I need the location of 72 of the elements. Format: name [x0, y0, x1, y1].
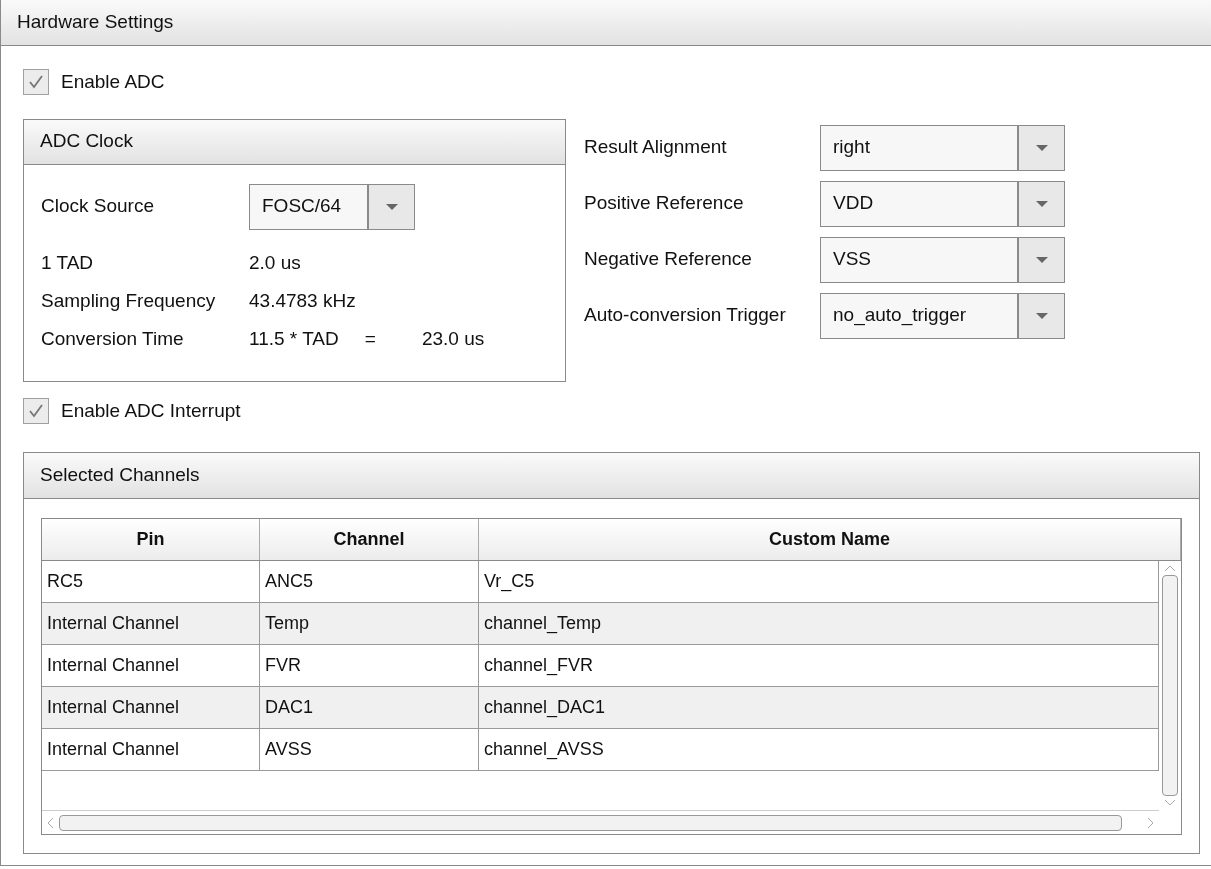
field-label: Conversion Time	[41, 327, 185, 352]
column-header[interactable]: Custom Name	[479, 519, 1181, 560]
dropdown-value: no_auto_trigger	[832, 303, 968, 328]
table-cell: FVR	[260, 645, 479, 686]
table-cell: Temp	[260, 603, 479, 644]
horizontal-scrollbar[interactable]	[42, 810, 1159, 834]
scroll-right-icon	[1148, 817, 1154, 828]
table-row[interactable]: Internal Channel AVSS channel_AVSS	[42, 729, 1159, 771]
column-header[interactable]: Channel	[260, 519, 479, 560]
scrollbar-thumb[interactable]	[59, 814, 1122, 831]
table-cell: DAC1	[260, 687, 479, 728]
checkbox-label: Enable ADC Interrupt	[61, 398, 241, 423]
group-header: Selected Channels	[24, 453, 1199, 499]
checkbox[interactable]	[23, 397, 49, 424]
caret-icon	[1035, 312, 1048, 319]
dropdown[interactable]: no_auto_trigger	[820, 292, 1065, 339]
caret-icon	[1035, 256, 1048, 263]
column-header[interactable]: Pin	[42, 519, 260, 560]
field-label: Clock Source	[41, 194, 155, 219]
scroll-left-icon	[47, 817, 53, 828]
field-label: Result Alignment	[584, 135, 728, 160]
caret-icon	[1035, 200, 1048, 207]
field-value: 23.0 us	[421, 327, 485, 352]
field-label: Negative Reference	[584, 247, 753, 272]
table-cell: channel_Temp	[479, 603, 1159, 644]
table-cell: Vr_C5	[479, 561, 1159, 602]
caret-icon	[385, 203, 398, 210]
group-header: ADC Clock	[24, 119, 565, 165]
dropdown-value: FOSC/64	[261, 194, 343, 219]
scroll-up-icon	[1165, 565, 1175, 571]
field-label: Sampling Frequency	[41, 289, 217, 314]
dropdown[interactable]: FOSC/64	[249, 183, 415, 230]
scrollbar-thumb[interactable]	[1162, 575, 1178, 796]
table-row[interactable]: RC5 ANC5 Vr_C5	[42, 561, 1159, 603]
dropdown-arrow-button[interactable]	[1017, 125, 1064, 170]
field-label: 1 TAD	[41, 251, 95, 276]
dropdown-value: VSS	[832, 247, 873, 272]
dropdown-value: right	[832, 135, 871, 160]
table-cell: ANC5	[260, 561, 479, 602]
dropdown-value: VDD	[832, 191, 875, 216]
checkbox[interactable]	[23, 69, 49, 96]
dropdown[interactable]: VSS	[820, 236, 1065, 283]
table-row[interactable]: Internal Channel Temp channel_Temp	[42, 603, 1159, 645]
table-cell: channel_DAC1	[479, 687, 1159, 728]
field-value: 11.5 * TAD	[249, 327, 339, 352]
dropdown[interactable]: VDD	[820, 180, 1065, 227]
caret-icon	[1035, 144, 1048, 151]
checkbox-label: Enable ADC	[61, 70, 165, 94]
dropdown-arrow-button[interactable]	[1017, 237, 1064, 282]
table-cell: channel_AVSS	[479, 729, 1159, 770]
field-label: Auto-conversion Trigger	[584, 303, 787, 328]
field-value: 43.4783 kHz	[249, 289, 356, 314]
scroll-down-icon	[1165, 800, 1175, 806]
table-row[interactable]: Internal Channel FVR channel_FVR	[42, 645, 1159, 687]
table-cell: Internal Channel	[42, 729, 260, 770]
table-row[interactable]: Internal Channel DAC1 channel_DAC1	[42, 687, 1159, 729]
table-cell: Internal Channel	[42, 603, 260, 644]
table-cell: Internal Channel	[42, 645, 260, 686]
field-label: Positive Reference	[584, 191, 745, 216]
table-cell: Internal Channel	[42, 687, 260, 728]
dropdown-arrow-button[interactable]	[1017, 293, 1064, 338]
check-icon	[28, 403, 44, 418]
table-cell: AVSS	[260, 729, 479, 770]
check-icon	[28, 75, 44, 90]
table-cell: RC5	[42, 561, 260, 602]
dropdown[interactable]: right	[820, 124, 1065, 171]
equals-sign: =	[364, 327, 376, 352]
field-value: 2.0 us	[249, 251, 301, 276]
group-header: Hardware Settings	[1, 0, 1211, 46]
dropdown-arrow-button[interactable]	[1017, 181, 1064, 226]
dropdown-arrow-button[interactable]	[367, 184, 414, 229]
table-cell: channel_FVR	[479, 645, 1159, 686]
